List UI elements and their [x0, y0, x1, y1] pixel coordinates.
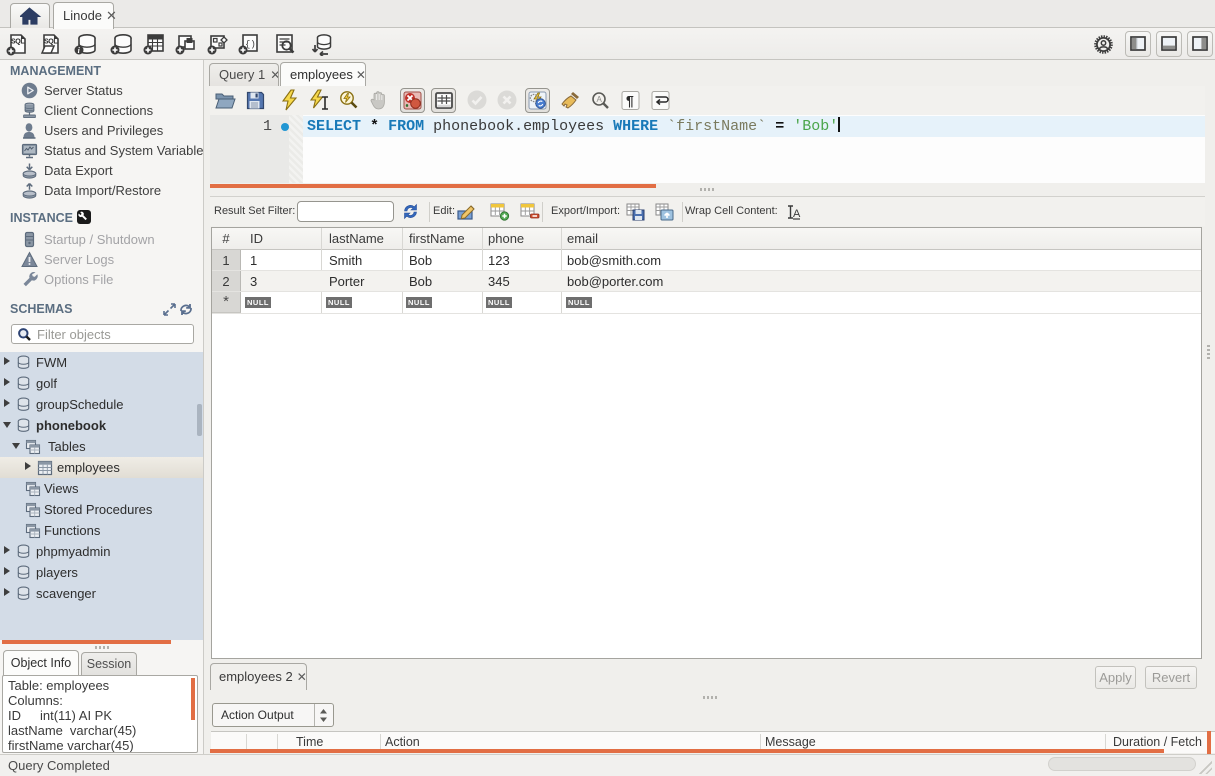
svg-text:SQL: SQL [44, 39, 58, 46]
svg-text:SQL: SQL [11, 39, 25, 46]
svg-text:A: A [597, 95, 603, 104]
svg-text:A: A [793, 208, 801, 220]
svg-text:¶: ¶ [626, 93, 634, 109]
